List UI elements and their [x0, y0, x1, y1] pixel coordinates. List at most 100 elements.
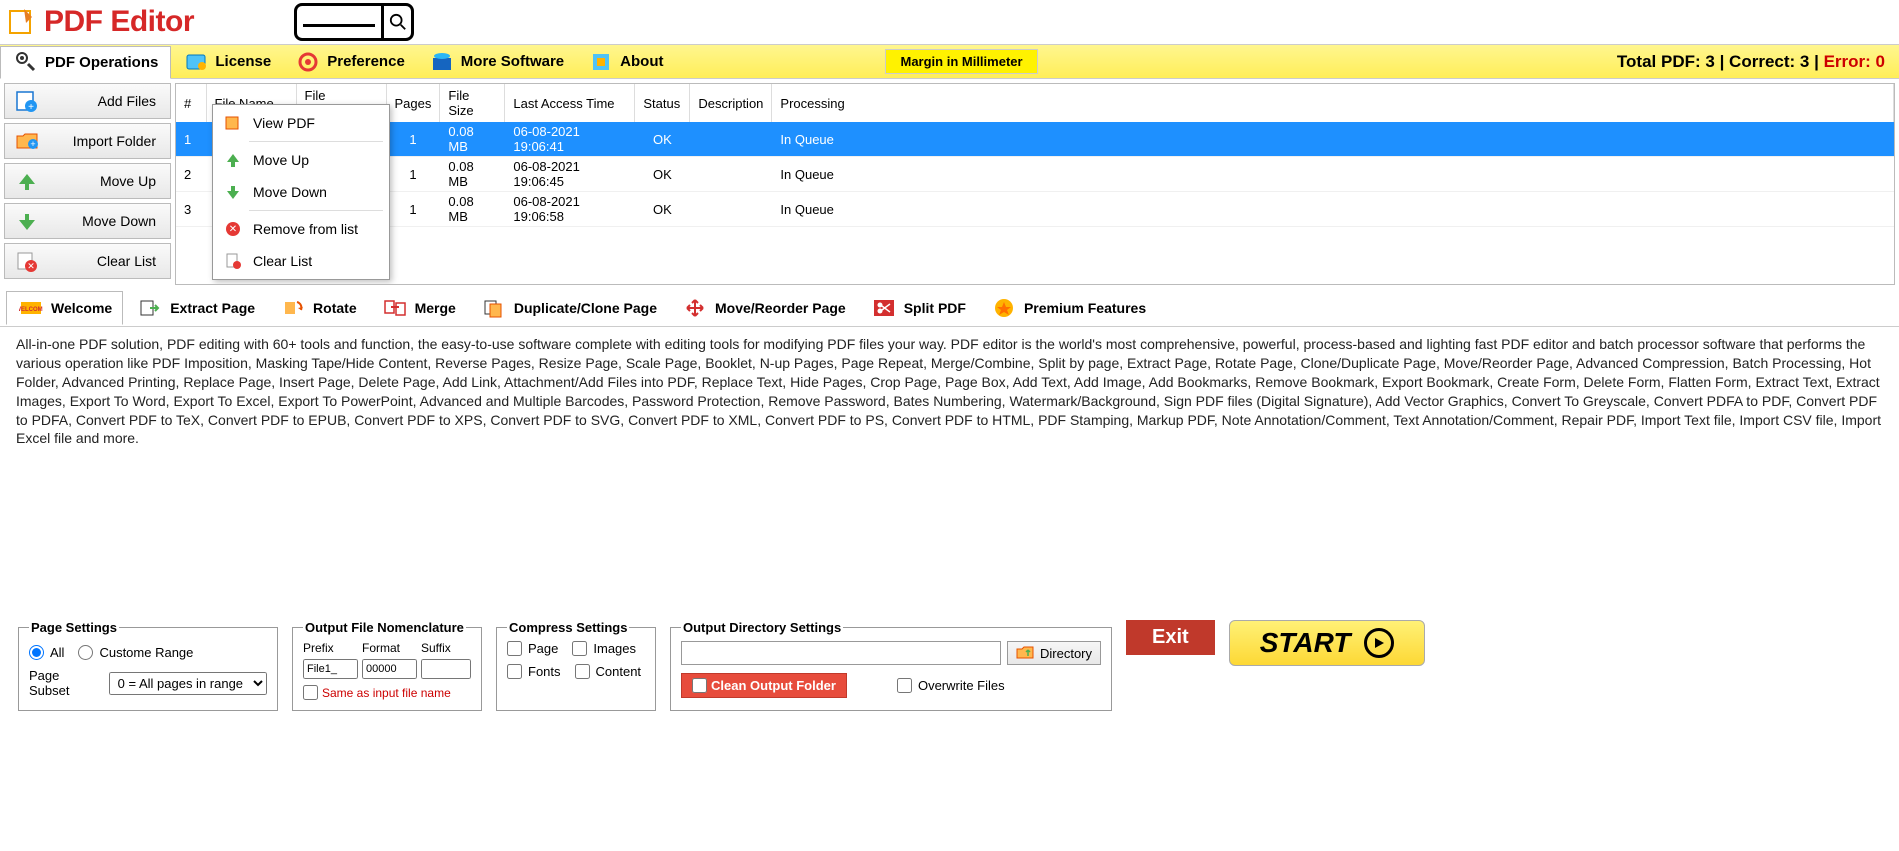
output-path-input[interactable] [681, 641, 1001, 665]
table-row[interactable]: 210.08 MB06-08-2021 19:06:45OKIn Queue [176, 157, 1894, 192]
nomenclature-group: Output File Nomenclature Prefix Format S… [292, 620, 482, 711]
overwrite-checkbox[interactable]: Overwrite Files [897, 678, 1005, 693]
toolbar-about[interactable]: About [576, 45, 675, 78]
toolbar-label: About [620, 53, 663, 70]
svg-text:✕: ✕ [27, 261, 35, 271]
toolbar-pdf-operations[interactable]: PDF Operations [0, 46, 171, 79]
side-label: Import Folder [49, 133, 162, 149]
svg-text:✕: ✕ [229, 224, 237, 235]
side-label: Move Up [49, 173, 162, 189]
tab-merge[interactable]: Merge [370, 291, 467, 325]
tab-duplicate[interactable]: Duplicate/Clone Page [469, 291, 668, 325]
col-size[interactable]: File Size [440, 84, 505, 122]
svg-text:+: + [28, 102, 34, 112]
welcome-icon: WELCOME [17, 296, 45, 320]
table-row[interactable]: 310.08 MB06-08-2021 19:06:58OKIn Queue [176, 192, 1894, 227]
cm-view-pdf[interactable]: View PDF [215, 107, 387, 139]
tab-premium[interactable]: Premium Features [979, 291, 1157, 325]
file-table[interactable]: # File Name File Password Pages File Siz… [175, 83, 1895, 285]
side-label: Add Files [49, 93, 162, 109]
remove-icon: ✕ [223, 219, 243, 239]
side-label: Move Down [49, 213, 162, 229]
subset-select[interactable]: 0 = All pages in range [109, 672, 267, 695]
col-status[interactable]: Status [635, 84, 690, 122]
tab-split[interactable]: Split PDF [859, 291, 977, 325]
arrow-down-icon [13, 209, 41, 233]
svg-text:WELCOME: WELCOME [19, 307, 43, 313]
view-pdf-icon [223, 113, 243, 133]
move-icon [681, 296, 709, 320]
add-files-icon: + [13, 89, 41, 113]
toolbar-more-software[interactable]: More Software [417, 45, 576, 78]
format-input[interactable] [362, 659, 417, 679]
premium-icon [990, 296, 1018, 320]
clear-icon: ✕ [13, 249, 41, 273]
chk-content[interactable]: Content [575, 664, 642, 679]
main-toolbar: PDF Operations License Preference More S… [0, 44, 1899, 79]
merge-icon [381, 296, 409, 320]
directory-button[interactable]: Directory [1007, 641, 1101, 665]
operation-tabs: WELCOME Welcome Extract Page Rotate Merg… [0, 289, 1899, 327]
subset-label: Page Subset [29, 668, 103, 698]
folder-icon: + [13, 129, 41, 153]
search-icon[interactable] [381, 6, 411, 38]
col-pages[interactable]: Pages [386, 84, 440, 122]
clear-list-button[interactable]: ✕ Clear List [4, 243, 171, 279]
move-up-button[interactable]: Move Up [4, 163, 171, 199]
col-num[interactable]: # [176, 84, 206, 122]
chk-fonts[interactable]: Fonts [507, 664, 561, 679]
toolbar-label: PDF Operations [45, 54, 158, 71]
compress-group: Compress Settings Page Images Fonts Cont… [496, 620, 656, 711]
radio-custom-range[interactable]: Custome Range [78, 645, 193, 660]
toolbar-label: More Software [461, 53, 564, 70]
software-icon [429, 49, 455, 75]
tab-rotate[interactable]: Rotate [268, 291, 368, 325]
table-row[interactable]: 110.08 MB06-08-2021 19:06:41OKIn Queue [176, 122, 1894, 157]
col-time[interactable]: Last Access Time [505, 84, 635, 122]
search-box[interactable] [294, 3, 414, 41]
add-files-button[interactable]: + Add Files [4, 83, 171, 119]
same-as-input-checkbox[interactable] [303, 685, 318, 700]
toolbar-label: Preference [327, 53, 405, 70]
extract-icon [136, 296, 164, 320]
col-desc[interactable]: Description [690, 84, 772, 122]
margin-label: Margin in Millimeter [885, 49, 1037, 74]
cm-remove[interactable]: ✕ Remove from list [215, 213, 387, 245]
toolbar-license[interactable]: License [171, 45, 283, 78]
sidebar: + Add Files + Import Folder Move Up Move… [0, 79, 175, 289]
tab-extract-page[interactable]: Extract Page [125, 291, 266, 325]
tab-welcome[interactable]: WELCOME Welcome [6, 291, 123, 325]
chk-page[interactable]: Page [507, 641, 558, 656]
about-icon [588, 49, 614, 75]
arrow-down-icon [223, 182, 243, 202]
col-proc[interactable]: Processing [772, 84, 1894, 122]
chk-images[interactable]: Images [572, 641, 636, 656]
clean-output-button[interactable]: Clean Output Folder [681, 673, 847, 698]
gear-wrench-icon [13, 49, 39, 75]
suffix-input[interactable] [421, 659, 471, 679]
welcome-description: All-in-one PDF solution, PDF editing wit… [0, 327, 1899, 456]
cm-clear[interactable]: Clear List [215, 245, 387, 277]
context-menu: View PDF Move Up Move Down ✕ Remove from… [212, 104, 390, 280]
app-title: PDF Editor [44, 5, 194, 39]
move-down-button[interactable]: Move Down [4, 203, 171, 239]
license-icon [183, 49, 209, 75]
radio-all[interactable]: All [29, 645, 64, 660]
clear-icon [223, 251, 243, 271]
tab-move-reorder[interactable]: Move/Reorder Page [670, 291, 857, 325]
toolbar-preference[interactable]: Preference [283, 45, 417, 78]
start-button[interactable]: START [1229, 620, 1426, 666]
cm-move-down[interactable]: Move Down [215, 176, 387, 208]
svg-text:+: + [30, 139, 35, 149]
split-icon [870, 296, 898, 320]
side-label: Clear List [49, 253, 162, 269]
output-group: Output Directory Settings Directory Clea… [670, 620, 1112, 711]
app-logo-icon [4, 5, 38, 39]
preference-icon [295, 49, 321, 75]
prefix-input[interactable] [303, 659, 358, 679]
import-folder-button[interactable]: + Import Folder [4, 123, 171, 159]
page-settings-group: Page Settings All Custome Range Page Sub… [18, 620, 278, 711]
exit-button[interactable]: Exit [1126, 620, 1215, 655]
cm-move-up[interactable]: Move Up [215, 144, 387, 176]
toolbar-label: License [215, 53, 271, 70]
